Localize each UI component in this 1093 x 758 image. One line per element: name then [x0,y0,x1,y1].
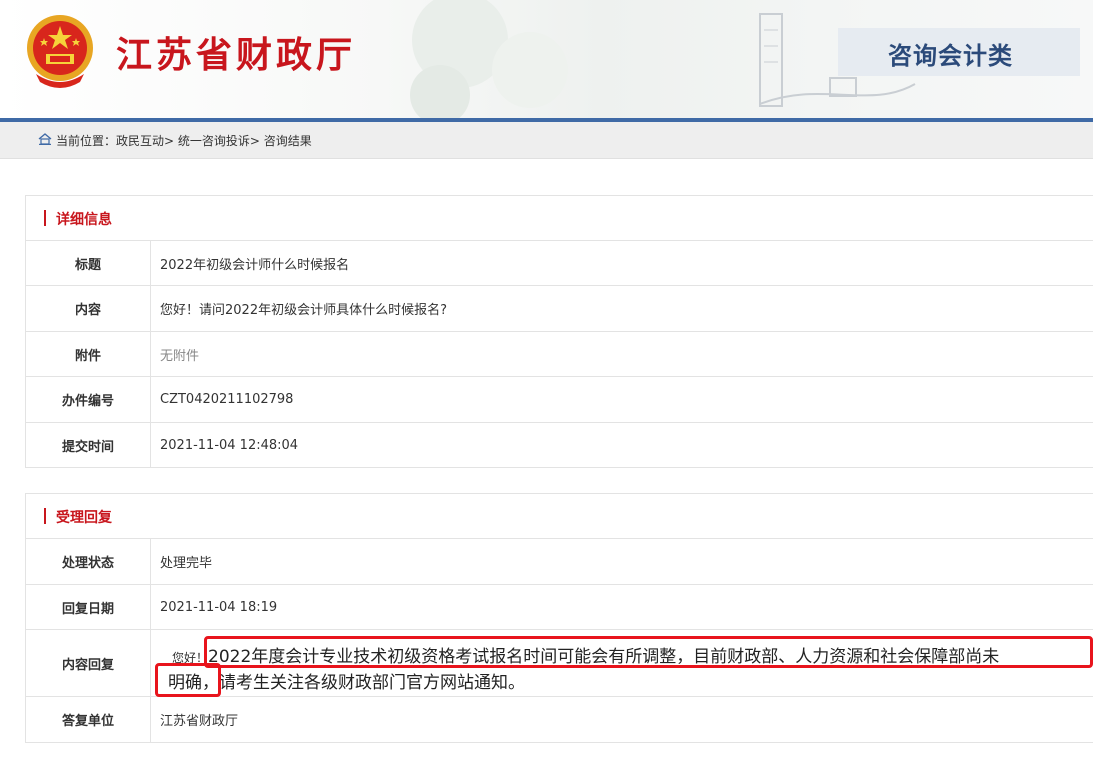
row-value: 2022年初级会计师什么时候报名 [160,257,350,273]
highlight-box-line-2 [155,663,221,697]
row-value: 您好！请问2022年初级会计师具体什么时候报名? [160,303,447,318]
reply-row-status: 处理状态 处理完毕 [26,539,1093,585]
row-label: 答复单位 [26,697,151,742]
breadcrumb[interactable]: 当前位置：政民互动> 统一咨询投诉> 咨询结果 [56,132,312,149]
panel-header: 详细信息 [26,196,1093,241]
site-title[interactable]: 江苏省财政厅 [116,26,356,78]
reply-text-2: 明确，请考生关注各级财政部门官方网站通知。 [168,673,525,693]
section-title: 受理回复 [56,510,112,526]
section-marker [44,508,46,524]
row-label: 处理状态 [26,539,151,584]
highlight-box-line-1 [204,636,1093,668]
detail-row-title: 标题 2022年初级会计师什么时候报名 [26,241,1093,286]
row-value: 2021-11-04 18:19 [160,599,278,615]
reply-row-content: 内容回复 您好！2022年度会计专业技术初级资格考试报名时间可能会有所调整，目前… [26,630,1093,697]
reply-row-date: 回复日期 2021-11-04 18:19 [26,585,1093,630]
detail-row-attachment: 附件 无附件 [26,332,1093,377]
detail-row-case-number: 办件编号 CZT0420211102798 [26,377,1093,423]
row-label: 办件编号 [26,377,151,422]
row-label: 附件 [26,332,151,376]
row-value: 江苏省财政厅 [160,714,239,729]
row-label: 回复日期 [26,585,151,629]
row-value: 处理完毕 [160,556,213,571]
home-icon [38,133,52,145]
category-title: 咨询会计类 [888,42,1013,70]
row-value: CZT0420211102798 [160,392,294,407]
national-emblem-logo [27,15,93,88]
detail-row-content: 内容 您好！请问2022年初级会计师具体什么时候报名? [26,286,1093,332]
row-label: 内容 [26,286,151,331]
row-value: 2021-11-04 12:48:04 [160,437,299,453]
section-title: 详细信息 [56,212,112,228]
site-header: 江苏省财政厅 咨询会计类 [0,0,1093,118]
section-marker [44,210,46,226]
row-label: 提交时间 [26,423,151,467]
reply-row-unit: 答复单位 江苏省财政厅 [26,697,1093,742]
panel-header: 受理回复 [26,494,1093,539]
reply-panel: 受理回复 处理状态 处理完毕 回复日期 2021-11-04 18:19 内容回… [25,493,1093,743]
row-label: 内容回复 [26,630,151,696]
detail-info-panel: 详细信息 标题 2022年初级会计师什么时候报名 内容 您好！请问2022年初级… [25,195,1093,468]
detail-row-submit-time: 提交时间 2021-11-04 12:48:04 [26,423,1093,467]
row-value: 无附件 [160,348,200,364]
row-label: 标题 [26,241,151,285]
